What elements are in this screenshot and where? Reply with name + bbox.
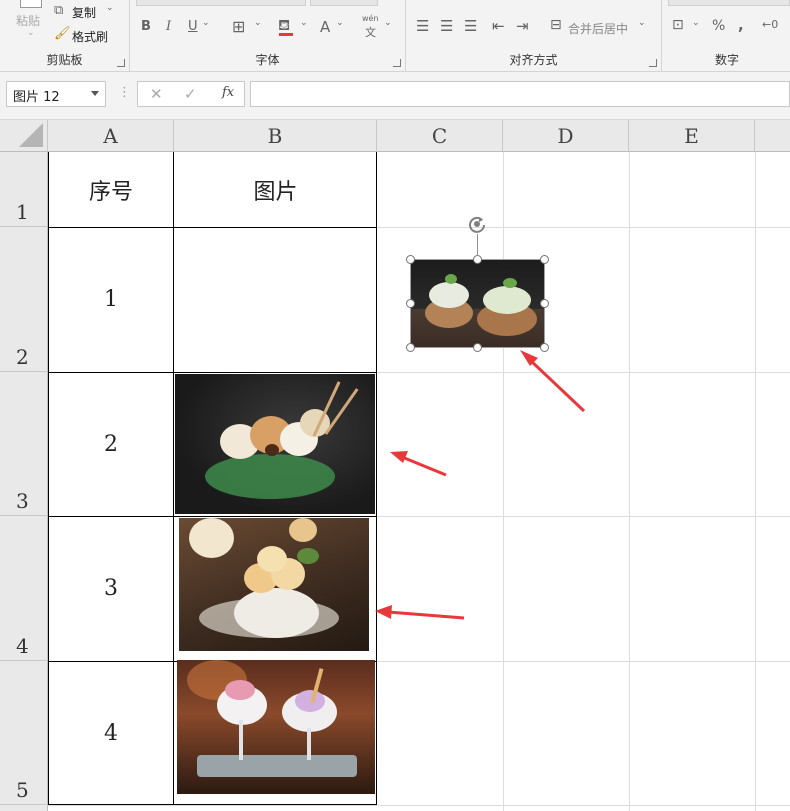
phonetic-dropdown-icon[interactable]: ⌄	[384, 18, 392, 28]
formula-bar-splitter[interactable]: ⋮	[118, 85, 131, 100]
formula-buttons: ✕ ✓ fx	[137, 81, 245, 107]
cancel-icon[interactable]: ✕	[150, 85, 163, 103]
rotate-handle-icon[interactable]	[467, 214, 487, 234]
rotate-handle-stem	[477, 234, 478, 256]
clipboard-launcher-icon[interactable]	[117, 59, 125, 67]
seq-cell-3[interactable]: 3	[48, 516, 174, 661]
copy-button[interactable]: 复制	[72, 4, 96, 21]
column-header-f[interactable]	[755, 120, 790, 152]
worksheet: A B C D E 1 2 3 4 5 序号 图片 1 2 3 4	[0, 120, 790, 811]
increase-indent-icon[interactable]: ⇥	[516, 17, 529, 35]
column-header-a[interactable]: A	[48, 120, 174, 152]
name-box-dropdown-icon[interactable]	[91, 91, 99, 96]
alignment-group-label: 对齐方式	[509, 53, 558, 67]
seq-cell-2[interactable]: 2	[48, 372, 174, 516]
comma-button[interactable]: ,	[738, 16, 744, 34]
clipboard-group-label: 剪贴板	[46, 53, 83, 67]
number-group-label: 数字	[714, 53, 739, 67]
seq-cell-1[interactable]: 1	[48, 227, 174, 372]
fill-dropdown-icon[interactable]: ⌄	[300, 18, 308, 28]
copy-dropdown-icon[interactable]: ⌄	[106, 3, 114, 13]
accounting-format-icon[interactable]: ⊡	[672, 17, 684, 33]
decrease-indent-icon[interactable]: ⇤	[492, 17, 505, 35]
font-launcher-icon[interactable]	[393, 59, 401, 67]
phonetic-icon[interactable]: wén	[362, 14, 379, 23]
paste-dropdown-icon[interactable]: ⌄	[27, 28, 35, 38]
resize-handle-left[interactable]	[406, 299, 415, 308]
ice-cream-glasses-picture[interactable]	[177, 660, 375, 794]
row-header-2[interactable]: 2	[0, 227, 48, 372]
column-header-b[interactable]: B	[174, 120, 377, 152]
alignment-launcher-icon[interactable]	[649, 59, 657, 67]
phonetic-char: 文	[365, 26, 376, 39]
number-format-combo[interactable]	[668, 0, 790, 6]
format-painter-icon: 🖌	[54, 26, 71, 41]
number-group: ⊡ ⌄ % , ←0 数字	[662, 0, 790, 71]
font-group: B I U ⌄ ⊞ ⌄ ⛾ ⌄ A ⌄ wén 文 ⌄ 字体	[130, 0, 406, 71]
fill-color-bar	[279, 33, 293, 36]
clipboard-group: 粘贴 ⌄ ⧉ 复制 ⌄ 🖌 格式刷 剪贴板	[0, 0, 130, 71]
row-header-4[interactable]: 4	[0, 516, 48, 661]
column-header-d[interactable]: D	[503, 120, 629, 152]
resize-handle-bottom[interactable]	[473, 343, 482, 352]
name-box[interactable]: 图片 12	[6, 81, 106, 107]
resize-handle-top[interactable]	[473, 255, 482, 264]
align-center-icon[interactable]: ☰	[440, 17, 453, 35]
ribbon: 粘贴 ⌄ ⧉ 复制 ⌄ 🖌 格式刷 剪贴板 B I U ⌄ ⊞ ⌄ ⛾ ⌄ A …	[0, 0, 790, 72]
alignment-group: ☰ ☰ ☰ ⇤ ⇥ ⊟ 合并后居中 ⌄ 对齐方式	[406, 0, 662, 71]
column-header-c[interactable]: C	[377, 120, 503, 152]
border-icon[interactable]: ⊞	[232, 17, 245, 36]
paste-button[interactable]: 粘贴	[16, 12, 40, 29]
resize-handle-right[interactable]	[540, 299, 549, 308]
row-header-1[interactable]: 1	[0, 152, 48, 227]
insert-function-button[interactable]: fx	[222, 85, 234, 100]
decimal-button[interactable]: ←0	[762, 18, 778, 31]
column-header-e[interactable]: E	[629, 120, 755, 152]
header-picture-cell[interactable]: 图片	[174, 152, 377, 227]
merge-center-button[interactable]: 合并后居中	[568, 20, 628, 37]
copy-icon: ⧉	[54, 3, 64, 18]
bold-button[interactable]: B	[141, 19, 151, 34]
ice-cream-scoops-picture[interactable]	[179, 518, 369, 651]
name-box-value: 图片 12	[13, 90, 60, 105]
row-header-5[interactable]: 5	[0, 661, 48, 805]
resize-handle-bottom-left[interactable]	[406, 343, 415, 352]
arrow-to-selected-picture	[520, 350, 586, 413]
formula-bar: 图片 12 ⋮ ✕ ✓ fx	[0, 72, 790, 120]
paste-icon[interactable]	[20, 0, 42, 8]
ice-cream-bowls-picture[interactable]	[411, 260, 545, 348]
underline-dropdown-icon[interactable]: ⌄	[202, 18, 210, 28]
font-family-combo[interactable]	[136, 0, 306, 6]
font-color-dropdown-icon[interactable]: ⌄	[336, 18, 344, 28]
format-painter-button[interactable]: 格式刷	[72, 28, 108, 45]
select-all-corner[interactable]	[0, 120, 48, 152]
merge-dropdown-icon[interactable]: ⌄	[638, 18, 646, 28]
seq-cell-4[interactable]: 4	[48, 661, 174, 805]
arrow-to-picture-3	[375, 605, 465, 620]
accounting-dropdown-icon[interactable]: ⌄	[692, 18, 700, 28]
enter-icon[interactable]: ✓	[184, 85, 197, 103]
header-seq-cell[interactable]: 序号	[48, 152, 174, 227]
percent-button[interactable]: %	[712, 18, 725, 34]
arrow-to-picture-2	[390, 451, 447, 477]
align-right-icon[interactable]: ☰	[464, 17, 477, 35]
font-size-combo[interactable]	[310, 0, 378, 6]
formula-input[interactable]	[250, 81, 790, 107]
row-header-6[interactable]	[0, 805, 48, 811]
resize-handle-bottom-right[interactable]	[540, 343, 549, 352]
ice-cream-sundae-picture[interactable]	[175, 374, 375, 514]
resize-handle-top-left[interactable]	[406, 255, 415, 264]
italic-button[interactable]: I	[166, 19, 171, 34]
align-left-icon[interactable]: ☰	[416, 17, 429, 35]
merge-center-icon[interactable]: ⊟	[550, 17, 562, 33]
border-dropdown-icon[interactable]: ⌄	[254, 18, 262, 28]
resize-handle-top-right[interactable]	[540, 255, 549, 264]
row-header-3[interactable]: 3	[0, 372, 48, 516]
font-color-button[interactable]: A	[320, 18, 330, 36]
underline-button[interactable]: U	[188, 19, 198, 34]
font-group-label: 字体	[255, 53, 280, 67]
